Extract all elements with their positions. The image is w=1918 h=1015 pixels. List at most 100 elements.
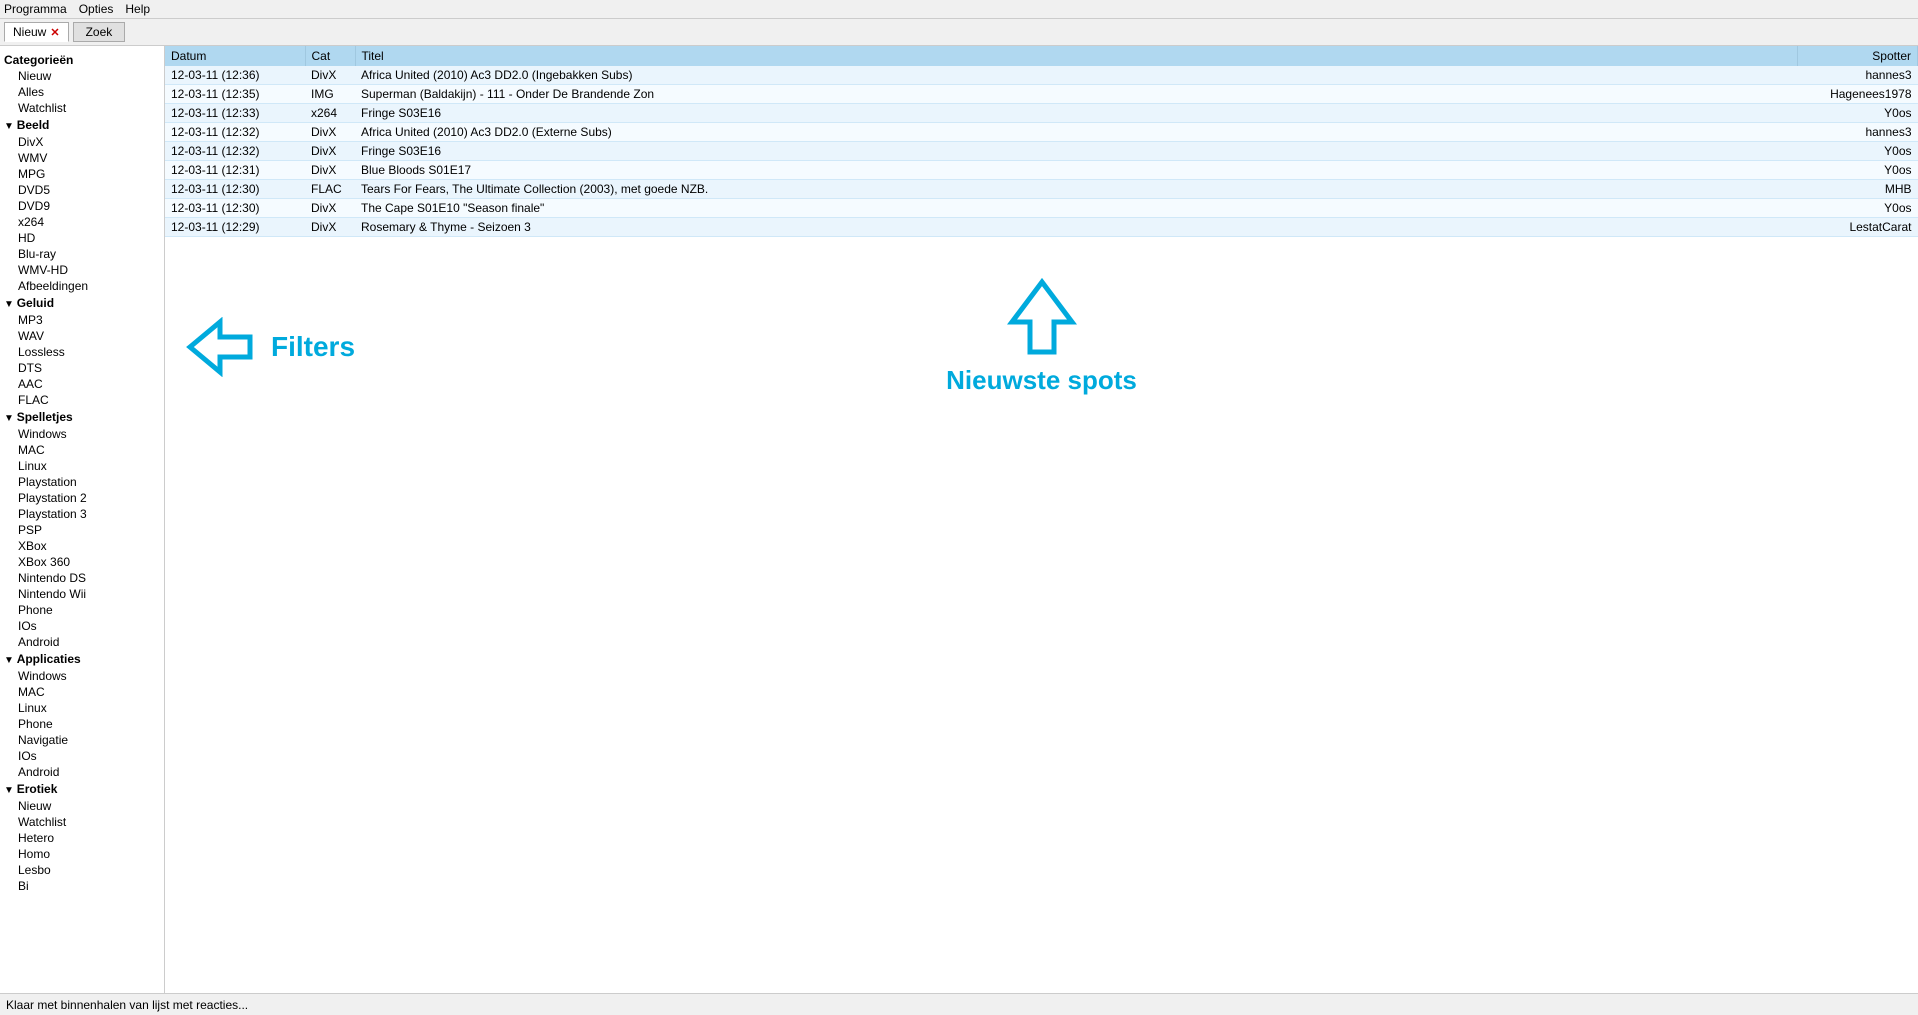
- col-cat[interactable]: Cat: [305, 46, 355, 66]
- table-header-row: Datum Cat Titel Spotter: [165, 46, 1918, 66]
- main-layout: Categorieën Nieuw Alles Watchlist Beeld …: [0, 46, 1918, 1001]
- cell-datum: 12-03-11 (12:30): [165, 180, 305, 199]
- cell-spotter: hannes3: [1798, 123, 1918, 142]
- menu-help[interactable]: Help: [125, 2, 150, 16]
- sidebar-item-phone-apps[interactable]: Phone: [0, 716, 164, 732]
- menu-programma[interactable]: Programma: [4, 2, 67, 16]
- cell-cat: DivX: [305, 123, 355, 142]
- table-row[interactable]: 12-03-11 (12:32)DivXFringe S03E16Y0os: [165, 142, 1918, 161]
- tab-nieuw[interactable]: Nieuw ✕: [4, 22, 69, 42]
- cell-cat: DivX: [305, 199, 355, 218]
- sidebar-item-windows-games[interactable]: Windows: [0, 426, 164, 442]
- sidebar-item-android-apps[interactable]: Android: [0, 764, 164, 780]
- results-area: Datum Cat Titel Spotter 12-03-11 (12:36)…: [165, 46, 1918, 237]
- sidebar-item-windows-apps[interactable]: Windows: [0, 668, 164, 684]
- sidebar-item-bi[interactable]: Bi: [0, 878, 164, 894]
- col-spotter[interactable]: Spotter: [1798, 46, 1918, 66]
- sidebar-item-playstation3[interactable]: Playstation 3: [0, 506, 164, 522]
- search-button[interactable]: Zoek: [73, 22, 126, 42]
- sidebar-item-mp3[interactable]: MP3: [0, 312, 164, 328]
- sidebar-section-erotiek[interactable]: Erotiek: [0, 780, 164, 798]
- toolbar: Nieuw ✕ Zoek: [0, 19, 1918, 46]
- table-row[interactable]: 12-03-11 (12:36)DivXAfrica United (2010)…: [165, 66, 1918, 85]
- sidebar-item-linux-apps[interactable]: Linux: [0, 700, 164, 716]
- sidebar-item-wmv[interactable]: WMV: [0, 150, 164, 166]
- newest-spots-label: Nieuwste spots: [946, 365, 1137, 396]
- cell-spotter: Y0os: [1798, 104, 1918, 123]
- cell-spotter: Y0os: [1798, 161, 1918, 180]
- sidebar-item-nieuw[interactable]: Nieuw: [0, 68, 164, 84]
- sidebar-item-psp[interactable]: PSP: [0, 522, 164, 538]
- sidebar-item-wav[interactable]: WAV: [0, 328, 164, 344]
- table-row[interactable]: 12-03-11 (12:31)DivXBlue Bloods S01E17Y0…: [165, 161, 1918, 180]
- cell-titel: Blue Bloods S01E17: [355, 161, 1798, 180]
- sidebar-item-linux-games[interactable]: Linux: [0, 458, 164, 474]
- table-row[interactable]: 12-03-11 (12:30)FLACTears For Fears, The…: [165, 180, 1918, 199]
- results-table: Datum Cat Titel Spotter 12-03-11 (12:36)…: [165, 46, 1918, 237]
- sidebar-item-lesbo[interactable]: Lesbo: [0, 862, 164, 878]
- sidebar-item-aac[interactable]: AAC: [0, 376, 164, 392]
- sidebar-item-divx[interactable]: DivX: [0, 134, 164, 150]
- sidebar-item-playstation2[interactable]: Playstation 2: [0, 490, 164, 506]
- sidebar-item-xbox[interactable]: XBox: [0, 538, 164, 554]
- sidebar-item-navigatie[interactable]: Navigatie: [0, 732, 164, 748]
- table-row[interactable]: 12-03-11 (12:35)IMGSuperman (Baldakijn) …: [165, 85, 1918, 104]
- cell-spotter: Hagenees1978: [1798, 85, 1918, 104]
- sidebar-item-ios-apps[interactable]: IOs: [0, 748, 164, 764]
- cell-cat: DivX: [305, 66, 355, 85]
- cell-titel: Africa United (2010) Ac3 DD2.0 (Externe …: [355, 123, 1798, 142]
- sidebar-item-mac-apps[interactable]: MAC: [0, 684, 164, 700]
- sidebar-section-geluid[interactable]: Geluid: [0, 294, 164, 312]
- sidebar-item-lossless[interactable]: Lossless: [0, 344, 164, 360]
- sidebar-item-x264[interactable]: x264: [0, 214, 164, 230]
- sidebar-item-ios-games[interactable]: IOs: [0, 618, 164, 634]
- sidebar-item-flac[interactable]: FLAC: [0, 392, 164, 408]
- filters-hint: Filters: [185, 317, 355, 377]
- sidebar-item-phone-games[interactable]: Phone: [0, 602, 164, 618]
- sidebar-title: Categorieën: [0, 50, 164, 68]
- tab-close-icon[interactable]: ✕: [50, 26, 59, 39]
- table-row[interactable]: 12-03-11 (12:30)DivXThe Cape S01E10 "Sea…: [165, 199, 1918, 218]
- cell-datum: 12-03-11 (12:30): [165, 199, 305, 218]
- sidebar-item-alles[interactable]: Alles: [0, 84, 164, 100]
- sidebar-item-erotiek-watchlist[interactable]: Watchlist: [0, 814, 164, 830]
- sidebar-item-wmv-hd[interactable]: WMV-HD: [0, 262, 164, 278]
- sidebar-section-applicaties[interactable]: Applicaties: [0, 650, 164, 668]
- sidebar-item-nintendo-ds[interactable]: Nintendo DS: [0, 570, 164, 586]
- sidebar-item-homo[interactable]: Homo: [0, 846, 164, 862]
- sidebar-item-afbeeldingen[interactable]: Afbeeldingen: [0, 278, 164, 294]
- sidebar-item-dvd9[interactable]: DVD9: [0, 198, 164, 214]
- newest-spots-hint: Nieuwste spots: [946, 277, 1137, 396]
- table-row[interactable]: 12-03-11 (12:32)DivXAfrica United (2010)…: [165, 123, 1918, 142]
- cell-datum: 12-03-11 (12:32): [165, 142, 305, 161]
- sidebar-item-android-games[interactable]: Android: [0, 634, 164, 650]
- sidebar-item-nintendo-wii[interactable]: Nintendo Wii: [0, 586, 164, 602]
- cell-cat: IMG: [305, 85, 355, 104]
- col-datum[interactable]: Datum: [165, 46, 305, 66]
- sidebar-item-watchlist[interactable]: Watchlist: [0, 100, 164, 116]
- sidebar-item-playstation[interactable]: Playstation: [0, 474, 164, 490]
- cell-spotter: LestatCarat: [1798, 218, 1918, 237]
- sidebar-item-hetero[interactable]: Hetero: [0, 830, 164, 846]
- menubar: Programma Opties Help: [0, 0, 1918, 19]
- sidebar-item-dvd5[interactable]: DVD5: [0, 182, 164, 198]
- menu-opties[interactable]: Opties: [79, 2, 114, 16]
- table-row[interactable]: 12-03-11 (12:33)x264Fringe S03E16Y0os: [165, 104, 1918, 123]
- cell-titel: Fringe S03E16: [355, 142, 1798, 161]
- sidebar-item-erotiek-nieuw[interactable]: Nieuw: [0, 798, 164, 814]
- table-row[interactable]: 12-03-11 (12:29)DivXRosemary & Thyme - S…: [165, 218, 1918, 237]
- sidebar-item-bluray[interactable]: Blu-ray: [0, 246, 164, 262]
- cell-titel: Superman (Baldakijn) - 111 - Onder De Br…: [355, 85, 1798, 104]
- sidebar-item-mpg[interactable]: MPG: [0, 166, 164, 182]
- sidebar-section-spelletjes[interactable]: Spelletjes: [0, 408, 164, 426]
- col-titel[interactable]: Titel: [355, 46, 1798, 66]
- sidebar-item-mac-games[interactable]: MAC: [0, 442, 164, 458]
- hint-area: Nieuwste spots Filters: [165, 237, 1918, 1001]
- sidebar-item-xbox360[interactable]: XBox 360: [0, 554, 164, 570]
- sidebar-section-beeld[interactable]: Beeld: [0, 116, 164, 134]
- table-body: 12-03-11 (12:36)DivXAfrica United (2010)…: [165, 66, 1918, 237]
- cell-titel: Rosemary & Thyme - Seizoen 3: [355, 218, 1798, 237]
- sidebar-item-hd[interactable]: HD: [0, 230, 164, 246]
- sidebar-item-dts[interactable]: DTS: [0, 360, 164, 376]
- cell-spotter: Y0os: [1798, 199, 1918, 218]
